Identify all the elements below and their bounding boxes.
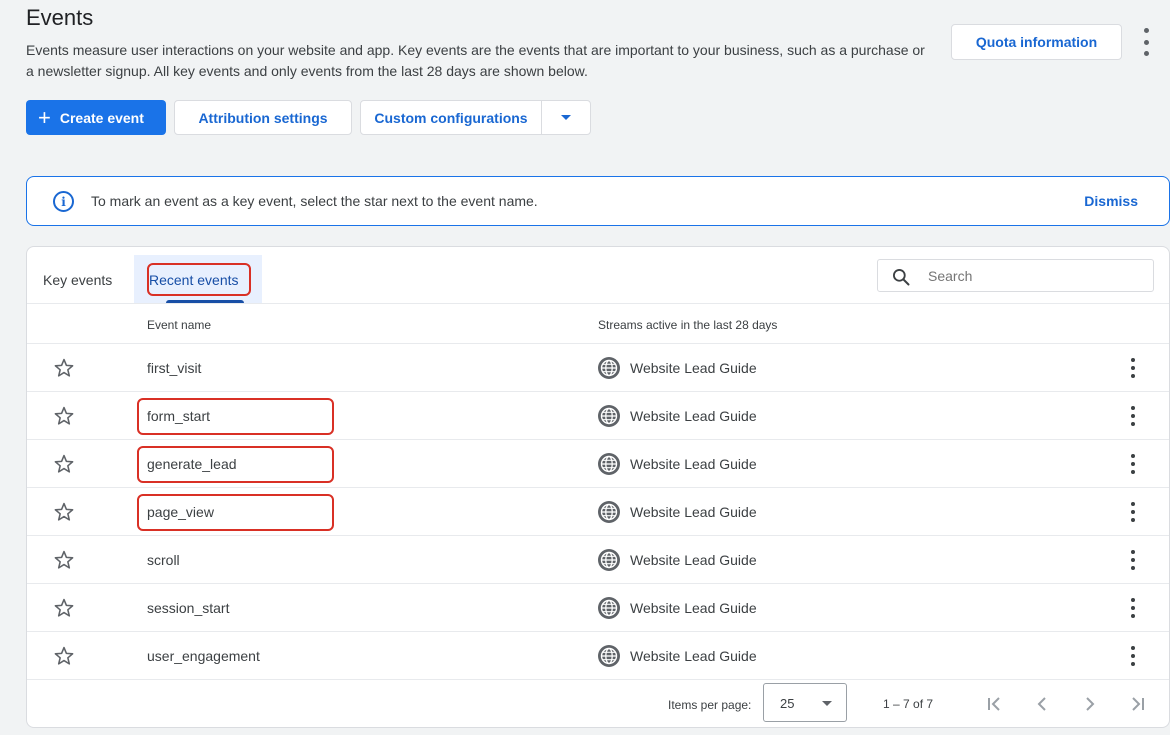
event-name[interactable]: page_view <box>147 504 214 520</box>
globe-icon <box>598 645 620 667</box>
column-header-streams: Streams active in the last 28 days <box>598 318 778 332</box>
search-icon <box>893 269 910 286</box>
custom-configurations-dropdown[interactable] <box>542 101 590 134</box>
more-vert-icon[interactable] <box>1127 550 1139 570</box>
event-name[interactable]: form_start <box>147 408 210 424</box>
stream-name: Website Lead Guide <box>630 648 757 664</box>
table-row[interactable]: scroll Website Lead Guide <box>27 536 1169 584</box>
search-field[interactable] <box>877 259 1154 292</box>
globe-icon <box>598 453 620 475</box>
tab-recent-events-label: Recent events <box>149 272 239 288</box>
more-vert-icon[interactable] <box>1127 406 1139 426</box>
events-page: Events Events measure user interactions … <box>0 0 1170 735</box>
caret-down-icon <box>561 115 571 120</box>
previous-page-icon[interactable] <box>1030 692 1054 716</box>
star-icon[interactable] <box>53 549 75 571</box>
table-row[interactable]: first_visit Website Lead Guide <box>27 344 1169 392</box>
more-vert-icon[interactable] <box>1127 598 1139 618</box>
globe-icon <box>598 597 620 619</box>
stream-name: Website Lead Guide <box>630 456 757 472</box>
tab-key-events[interactable]: Key events <box>43 272 112 288</box>
more-vert-icon[interactable] <box>1127 358 1139 378</box>
stream-name: Website Lead Guide <box>630 552 757 568</box>
star-icon[interactable] <box>53 597 75 619</box>
more-vert-icon[interactable] <box>1127 646 1139 666</box>
active-tab-indicator <box>166 300 244 303</box>
last-page-icon[interactable] <box>1126 692 1150 716</box>
event-name[interactable]: session_start <box>147 600 229 616</box>
table-row[interactable]: form_start Website Lead Guide <box>27 392 1169 440</box>
star-icon[interactable] <box>53 453 75 475</box>
first-page-icon[interactable] <box>982 692 1006 716</box>
star-icon[interactable] <box>53 501 75 523</box>
stream-name: Website Lead Guide <box>630 360 757 376</box>
more-vert-icon[interactable] <box>1137 28 1155 56</box>
table-row[interactable]: user_engagement Website Lead Guide <box>27 632 1169 680</box>
star-icon[interactable] <box>53 645 75 667</box>
info-icon: i <box>53 191 74 212</box>
globe-icon <box>598 405 620 427</box>
custom-configurations-button[interactable]: Custom configurations <box>361 101 542 134</box>
globe-icon <box>598 501 620 523</box>
events-card: Key events Recent events Event name Stre… <box>26 246 1170 728</box>
stream-name: Website Lead Guide <box>630 600 757 616</box>
events-table-body: first_visit Website Lead Guide form_start W… <box>27 344 1169 680</box>
table-header: Event name Streams active in the last 28… <box>27 304 1169 344</box>
create-event-label: Create event <box>59 109 144 126</box>
search-input[interactable] <box>928 266 1138 286</box>
plus-icon: + <box>38 104 51 130</box>
globe-icon <box>598 549 620 571</box>
page-description: Events measure user interactions on your… <box>26 42 925 79</box>
dismiss-button[interactable]: Dismiss <box>1084 193 1138 209</box>
table-row[interactable]: session_start Website Lead Guide <box>27 584 1169 632</box>
event-name[interactable]: generate_lead <box>147 456 237 472</box>
create-event-button[interactable]: + Create event <box>26 100 166 135</box>
caret-down-icon <box>822 701 832 706</box>
table-row[interactable]: page_view Website Lead Guide <box>27 488 1169 536</box>
page-range: 1 – 7 of 7 <box>883 697 934 711</box>
table-row[interactable]: generate_lead Website Lead Guide <box>27 440 1169 488</box>
event-name[interactable]: user_engagement <box>147 648 260 664</box>
items-per-page-label: Items per page: <box>668 698 752 712</box>
event-name[interactable]: scroll <box>147 552 180 568</box>
star-icon[interactable] <box>53 405 75 427</box>
globe-icon <box>598 357 620 379</box>
star-icon[interactable] <box>53 357 75 379</box>
info-banner: i To mark an event as a key event, selec… <box>26 176 1170 226</box>
tab-recent-events[interactable]: Recent events <box>134 255 262 303</box>
items-per-page-select[interactable]: 25 <box>763 683 847 722</box>
more-vert-icon[interactable] <box>1127 454 1139 474</box>
banner-text: To mark an event as a key event, select … <box>91 193 538 209</box>
stream-name: Website Lead Guide <box>630 504 757 520</box>
pagination: Items per page: 25 1 – 7 of 7 <box>27 680 1169 727</box>
more-vert-icon[interactable] <box>1127 502 1139 522</box>
attribution-settings-button[interactable]: Attribution settings <box>174 100 352 135</box>
event-name[interactable]: first_visit <box>147 360 201 376</box>
page-title: Events <box>26 5 94 30</box>
events-tabs: Key events Recent events <box>27 247 1169 304</box>
quota-information-button[interactable]: Quota information <box>951 24 1122 60</box>
next-page-icon[interactable] <box>1078 692 1102 716</box>
items-per-page-value: 25 <box>780 696 795 711</box>
custom-configurations-split-button: Custom configurations <box>360 100 591 135</box>
stream-name: Website Lead Guide <box>630 408 757 424</box>
column-header-event-name: Event name <box>147 318 212 332</box>
